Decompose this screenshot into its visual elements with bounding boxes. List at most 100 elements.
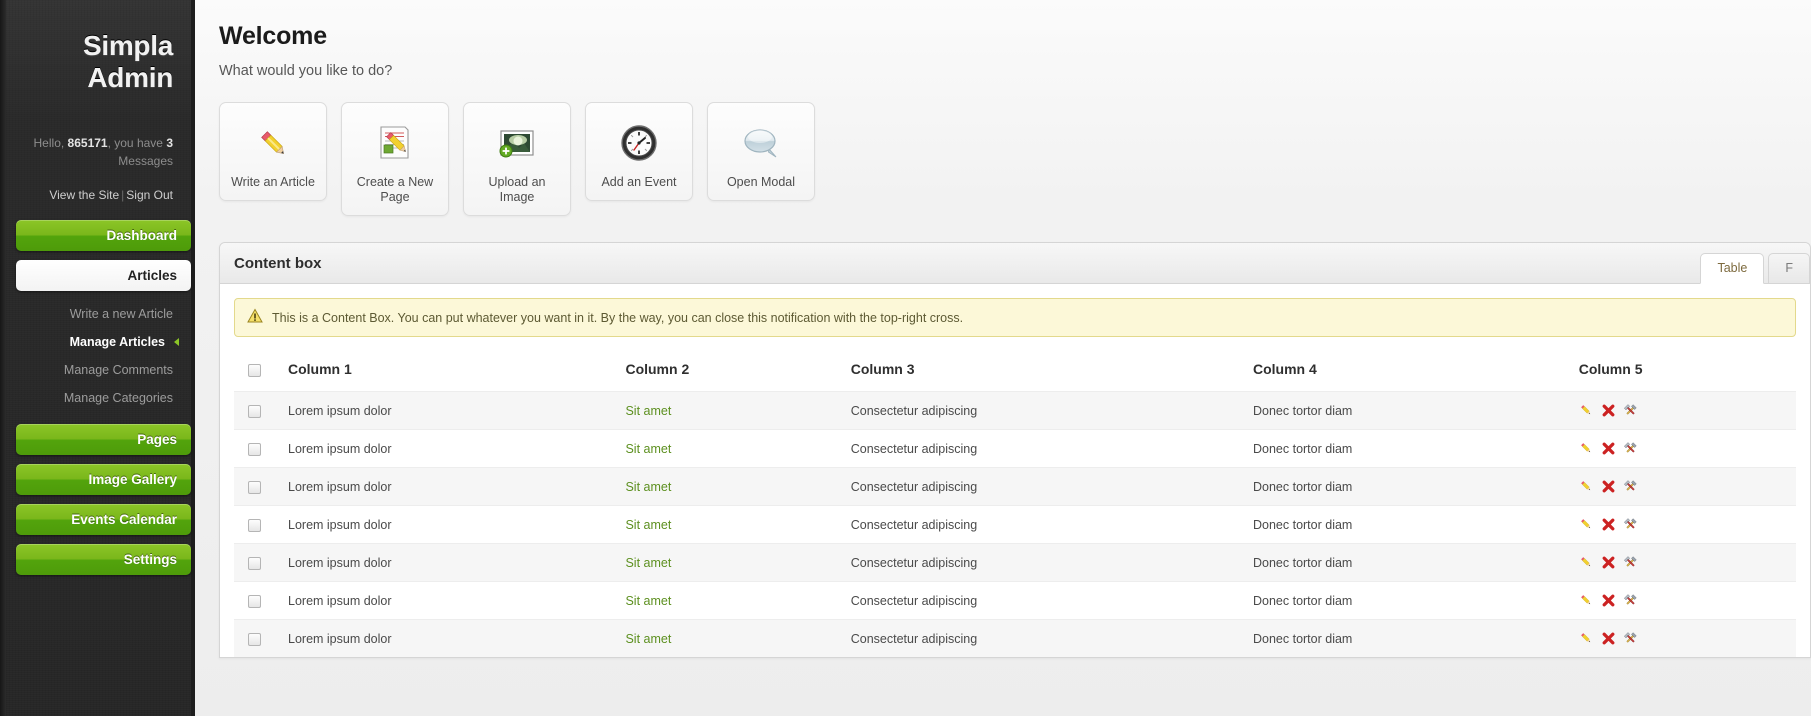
edit-icon[interactable]	[1579, 479, 1594, 494]
delete-icon[interactable]	[1601, 631, 1616, 646]
shortcut-add-an-event[interactable]: Add an Event	[585, 102, 693, 201]
sidebar-item-pages[interactable]: Pages	[16, 424, 191, 455]
subnav-item-manage-categories[interactable]: Manage Categories	[0, 384, 191, 412]
edit-icon[interactable]	[1579, 555, 1594, 570]
tab-form[interactable]: F	[1768, 253, 1810, 284]
delete-icon[interactable]	[1601, 441, 1616, 456]
table-row[interactable]: Lorem ipsum dolor Sit amet Consectetur a…	[234, 581, 1796, 620]
row-action-group	[1579, 631, 1788, 646]
edit-icon[interactable]	[1579, 517, 1594, 532]
shortcut-upload-an-image[interactable]: Upload an Image	[463, 102, 571, 216]
row-checkbox[interactable]	[248, 518, 261, 532]
tools-icon[interactable]	[1623, 403, 1638, 418]
sidebar-item-image-gallery[interactable]: Image Gallery	[16, 464, 191, 495]
data-table: Column 1 Column 2 Column 3 Column 4 Colu…	[234, 351, 1796, 657]
cell-column-1: Lorem ipsum dolor	[280, 429, 618, 468]
table-row[interactable]: Lorem ipsum dolor Sit amet Consectetur a…	[234, 543, 1796, 582]
row-checkbox[interactable]	[248, 404, 261, 418]
cell-link[interactable]: Sit amet	[625, 404, 671, 418]
delete-icon[interactable]	[1601, 403, 1616, 418]
row-select-cell	[234, 391, 280, 430]
table-row[interactable]: Lorem ipsum dolor Sit amet Consectetur a…	[234, 505, 1796, 544]
cell-column-4: Donec tortor diam	[1244, 467, 1571, 506]
row-select-cell	[234, 429, 280, 468]
tools-icon[interactable]	[1623, 593, 1638, 608]
tools-icon[interactable]	[1623, 631, 1638, 646]
row-checkbox[interactable]	[248, 594, 261, 608]
shortcut-open-modal[interactable]: Open Modal	[707, 102, 815, 201]
tools-icon[interactable]	[1623, 517, 1638, 532]
cell-column-4: Donec tortor diam	[1244, 429, 1571, 468]
tools-icon[interactable]	[1623, 441, 1638, 456]
cell-column-2: Sit amet	[617, 581, 843, 620]
table-header-column-5[interactable]: Column 5	[1571, 351, 1796, 392]
delete-icon[interactable]	[1601, 593, 1616, 608]
cell-link[interactable]: Sit amet	[625, 556, 671, 570]
sidebar-item-events-calendar[interactable]: Events Calendar	[16, 504, 191, 535]
shortcut-create-a-new-page[interactable]: Create a New Page	[341, 102, 449, 216]
cell-link[interactable]: Sit amet	[625, 632, 671, 646]
sidebar-item-settings[interactable]: Settings	[16, 544, 191, 575]
cell-column-3: Consectetur adipiscing	[842, 467, 1245, 506]
table-head: Column 1 Column 2 Column 3 Column 4 Colu…	[234, 351, 1796, 392]
edit-icon[interactable]	[1579, 593, 1594, 608]
edit-icon[interactable]	[1579, 403, 1594, 418]
subnav-item-write-new-article[interactable]: Write a new Article	[0, 300, 191, 328]
cell-actions	[1570, 505, 1796, 544]
cell-column-2: Sit amet	[617, 543, 843, 582]
cell-column-2: Sit amet	[617, 619, 843, 657]
sidebar-item-articles[interactable]: Articles	[16, 260, 191, 291]
page-subtitle: What would you like to do?	[219, 63, 393, 79]
cell-column-4: Donec tortor diam	[1244, 581, 1571, 620]
cell-column-2: Sit amet	[617, 391, 843, 430]
table-header-column-4[interactable]: Column 4	[1245, 351, 1571, 392]
tools-icon[interactable]	[1623, 555, 1638, 570]
row-checkbox[interactable]	[248, 632, 261, 646]
cell-link[interactable]: Sit amet	[625, 594, 671, 608]
table-header-column-3[interactable]: Column 3	[843, 351, 1245, 392]
cell-link[interactable]: Sit amet	[625, 442, 671, 456]
cell-actions	[1570, 619, 1796, 657]
cell-column-3: Consectetur adipiscing	[842, 581, 1245, 620]
cell-column-1: Lorem ipsum dolor	[280, 391, 618, 430]
greeting-messages-label: Messages	[118, 154, 173, 168]
row-select-cell	[234, 543, 280, 582]
tools-icon[interactable]	[1623, 479, 1638, 494]
row-checkbox[interactable]	[248, 442, 261, 456]
subnav-item-manage-articles[interactable]: Manage Articles	[0, 328, 191, 356]
table-row[interactable]: Lorem ipsum dolor Sit amet Consectetur a…	[234, 391, 1796, 430]
subnav-item-manage-comments[interactable]: Manage Comments	[0, 356, 191, 384]
cell-column-4: Donec tortor diam	[1244, 543, 1571, 582]
shortcut-label: Create a New Page	[356, 175, 434, 204]
cell-column-3: Consectetur adipiscing	[842, 619, 1245, 657]
cell-link[interactable]: Sit amet	[625, 518, 671, 532]
edit-icon[interactable]	[1579, 441, 1594, 456]
sign-out-link[interactable]: Sign Out	[126, 188, 173, 202]
delete-icon[interactable]	[1601, 517, 1616, 532]
user-links: View the Site | Sign Out	[0, 188, 191, 202]
shortcut-list: Write an Article Create a New Page Uploa…	[219, 102, 1811, 216]
table-header-column-2[interactable]: Column 2	[617, 351, 842, 392]
delete-icon[interactable]	[1601, 555, 1616, 570]
row-checkbox[interactable]	[248, 480, 261, 494]
table-row[interactable]: Lorem ipsum dolor Sit amet Consectetur a…	[234, 429, 1796, 468]
cell-column-4: Donec tortor diam	[1244, 505, 1571, 544]
view-site-link[interactable]: View the Site	[49, 188, 119, 202]
select-all-checkbox[interactable]	[248, 363, 261, 377]
cell-column-1: Lorem ipsum dolor	[280, 581, 618, 620]
content-box-body: This is a Content Box. You can put whate…	[220, 284, 1810, 657]
cell-link[interactable]: Sit amet	[625, 480, 671, 494]
row-checkbox[interactable]	[248, 556, 261, 570]
tab-table[interactable]: Table	[1700, 253, 1765, 284]
shortcut-write-an-article[interactable]: Write an Article	[219, 102, 327, 201]
table-header-column-1[interactable]: Column 1	[280, 351, 617, 392]
table-row[interactable]: Lorem ipsum dolor Sit amet Consectetur a…	[234, 619, 1796, 657]
row-select-cell	[234, 581, 280, 620]
sidebar-item-dashboard[interactable]: Dashboard	[16, 220, 191, 251]
content-box: Content box Table F This is a Content Bo…	[219, 242, 1811, 658]
delete-icon[interactable]	[1601, 479, 1616, 494]
edit-icon[interactable]	[1579, 631, 1594, 646]
clock-icon	[618, 117, 660, 169]
cell-column-3: Consectetur adipiscing	[842, 391, 1245, 430]
table-row[interactable]: Lorem ipsum dolor Sit amet Consectetur a…	[234, 467, 1796, 506]
